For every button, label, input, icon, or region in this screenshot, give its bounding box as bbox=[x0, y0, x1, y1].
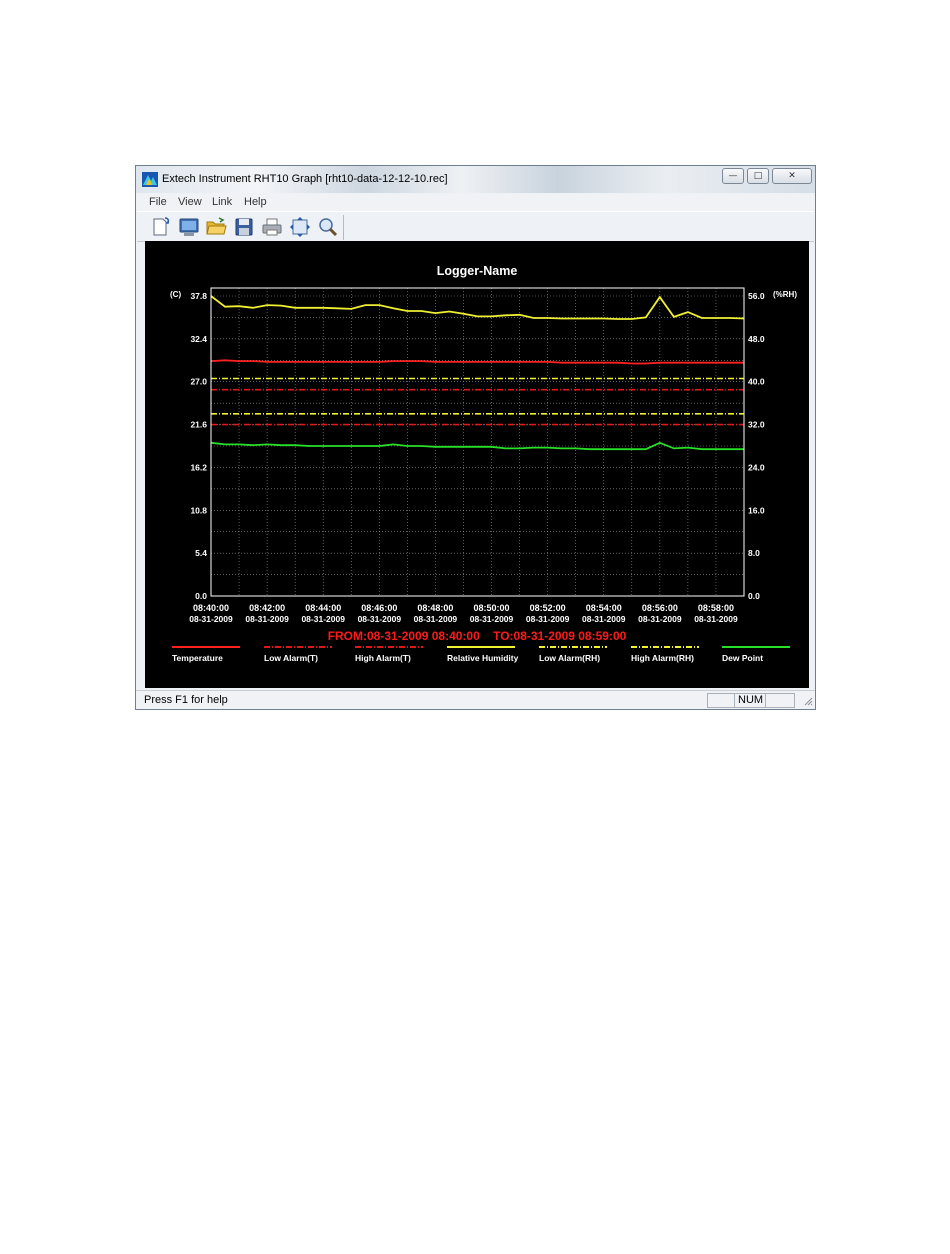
x-tick-date: 08-31-2009 bbox=[358, 614, 402, 624]
menu-view[interactable]: View bbox=[178, 196, 202, 208]
legend-label: Dew Point bbox=[722, 653, 763, 663]
status-bar: Press F1 for help NUM bbox=[136, 690, 815, 709]
alarm-lines bbox=[211, 377, 744, 426]
left-axis-unit: (C) bbox=[170, 290, 181, 299]
left-axis-tick-label: 0.0 bbox=[195, 591, 207, 601]
x-tick-date: 08-31-2009 bbox=[638, 614, 682, 624]
right-axis-tick-label: 0.0 bbox=[748, 591, 760, 601]
right-axis-tick-label: 56.0 bbox=[748, 291, 765, 301]
menu-help[interactable]: Help bbox=[244, 196, 267, 208]
new-record-icon[interactable] bbox=[150, 216, 172, 238]
zoom-icon[interactable] bbox=[317, 216, 339, 238]
legend-label: High Alarm(T) bbox=[355, 653, 411, 663]
legend-label: Low Alarm(T) bbox=[264, 653, 318, 663]
chart-svg: Logger-Name (C) (%RH) 0.0 5.4 10.8 16.2 21.6… bbox=[170, 264, 797, 663]
right-axis-ticks: 0.0 8.0 16.0 24.0 32.0 40.0 48.0 56.0 bbox=[748, 291, 765, 601]
x-tick-date: 08-31-2009 bbox=[582, 614, 626, 624]
left-axis-tick-label: 32.4 bbox=[190, 334, 207, 344]
toolbar-separator bbox=[343, 215, 344, 240]
right-axis-tick-label: 40.0 bbox=[748, 377, 765, 387]
series-line bbox=[210, 359, 744, 365]
open-folder-icon[interactable] bbox=[205, 216, 227, 238]
left-axis-tick-label: 10.8 bbox=[190, 505, 207, 515]
legend-label: High Alarm(RH) bbox=[631, 653, 694, 663]
zoom-fit-icon[interactable] bbox=[289, 216, 311, 238]
x-tick-date: 08-31-2009 bbox=[301, 614, 345, 624]
series-lines bbox=[210, 295, 745, 451]
x-tick-time: 08:48:00 bbox=[417, 603, 453, 613]
left-axis-tick-label: 37.8 bbox=[190, 291, 207, 301]
status-pane-scroll bbox=[765, 693, 795, 708]
series-line bbox=[210, 295, 745, 320]
plot-frame bbox=[210, 287, 745, 597]
left-axis-ticks: 0.0 5.4 10.8 16.2 21.6 27.0 32.4 37.8 bbox=[190, 291, 207, 601]
left-axis-tick-label: 21.6 bbox=[190, 420, 207, 430]
legend-label: Temperature bbox=[172, 653, 223, 663]
maximize-icon: □ bbox=[753, 171, 763, 181]
save-icon[interactable] bbox=[233, 216, 255, 238]
x-tick-date: 08-31-2009 bbox=[470, 614, 514, 624]
app-window: Extech Instrument RHT10 Graph [rht10-dat… bbox=[135, 165, 816, 710]
minimize-button[interactable]: — bbox=[722, 168, 744, 184]
minimize-icon: — bbox=[728, 171, 738, 181]
x-tick-date: 08-31-2009 bbox=[245, 614, 289, 624]
close-icon: ✕ bbox=[788, 171, 796, 181]
x-tick-date: 08-31-2009 bbox=[414, 614, 458, 624]
menu-bar: File View Link Help bbox=[137, 194, 814, 211]
right-axis-tick-label: 8.0 bbox=[748, 548, 760, 558]
title-bar[interactable]: Extech Instrument RHT10 Graph [rht10-dat… bbox=[136, 166, 815, 193]
x-tick-time: 08:40:00 bbox=[193, 603, 229, 613]
print-icon[interactable] bbox=[261, 216, 283, 238]
legend-label: Low Alarm(RH) bbox=[539, 653, 600, 663]
legend-label: Relative Humidity bbox=[447, 653, 519, 663]
resize-grip-icon[interactable] bbox=[803, 696, 813, 706]
graph-panel[interactable]: Logger-Name (C) (%RH) 0.0 5.4 10.8 16.2 21.6… bbox=[145, 241, 809, 688]
right-axis-tick-label: 48.0 bbox=[748, 334, 765, 344]
toolbar bbox=[137, 211, 814, 242]
x-tick-time: 08:54:00 bbox=[586, 603, 622, 613]
close-button[interactable]: ✕ bbox=[772, 168, 812, 184]
window-title: Extech Instrument RHT10 Graph [rht10-dat… bbox=[162, 173, 448, 185]
menu-link[interactable]: Link bbox=[212, 196, 232, 208]
legend: Temperature Low Alarm(T) High Alarm(T) Rela… bbox=[172, 646, 790, 663]
x-tick-date: 08-31-2009 bbox=[694, 614, 738, 624]
left-axis-tick-label: 27.0 bbox=[190, 377, 207, 387]
status-help-text: Press F1 for help bbox=[144, 694, 228, 706]
extech-logo-icon bbox=[142, 172, 158, 187]
num-lock-indicator: NUM bbox=[734, 693, 766, 708]
x-tick-time: 08:46:00 bbox=[361, 603, 397, 613]
x-tick-time: 08:44:00 bbox=[305, 603, 341, 613]
right-axis-tick-label: 32.0 bbox=[748, 420, 765, 430]
status-pane-empty bbox=[707, 693, 735, 708]
x-tick-date: 08-31-2009 bbox=[526, 614, 570, 624]
chart-title: Logger-Name bbox=[437, 264, 518, 278]
x-tick-time: 08:42:00 bbox=[249, 603, 285, 613]
left-axis-tick-label: 5.4 bbox=[195, 548, 207, 558]
menu-file[interactable]: File bbox=[149, 196, 167, 208]
right-axis-tick-label: 16.0 bbox=[748, 505, 765, 515]
maximize-button[interactable]: □ bbox=[747, 168, 769, 184]
range-label: FROM:08-31-2009 08:40:00 TO:08-31-2009 0… bbox=[328, 629, 627, 643]
x-tick-time: 08:58:00 bbox=[698, 603, 734, 613]
x-tick-date: 08-31-2009 bbox=[189, 614, 233, 624]
x-tick-time: 08:50:00 bbox=[474, 603, 510, 613]
monitor-icon[interactable] bbox=[178, 216, 200, 238]
right-axis-unit: (%RH) bbox=[773, 290, 797, 299]
x-tick-time: 08:56:00 bbox=[642, 603, 678, 613]
left-axis-tick-label: 16.2 bbox=[190, 462, 207, 472]
grid bbox=[211, 288, 744, 597]
x-tick-time: 08:52:00 bbox=[530, 603, 566, 613]
x-axis-ticks: 08:40:0008-31-200908:42:0008-31-200908:4… bbox=[189, 603, 738, 624]
right-axis-tick-label: 24.0 bbox=[748, 462, 765, 472]
